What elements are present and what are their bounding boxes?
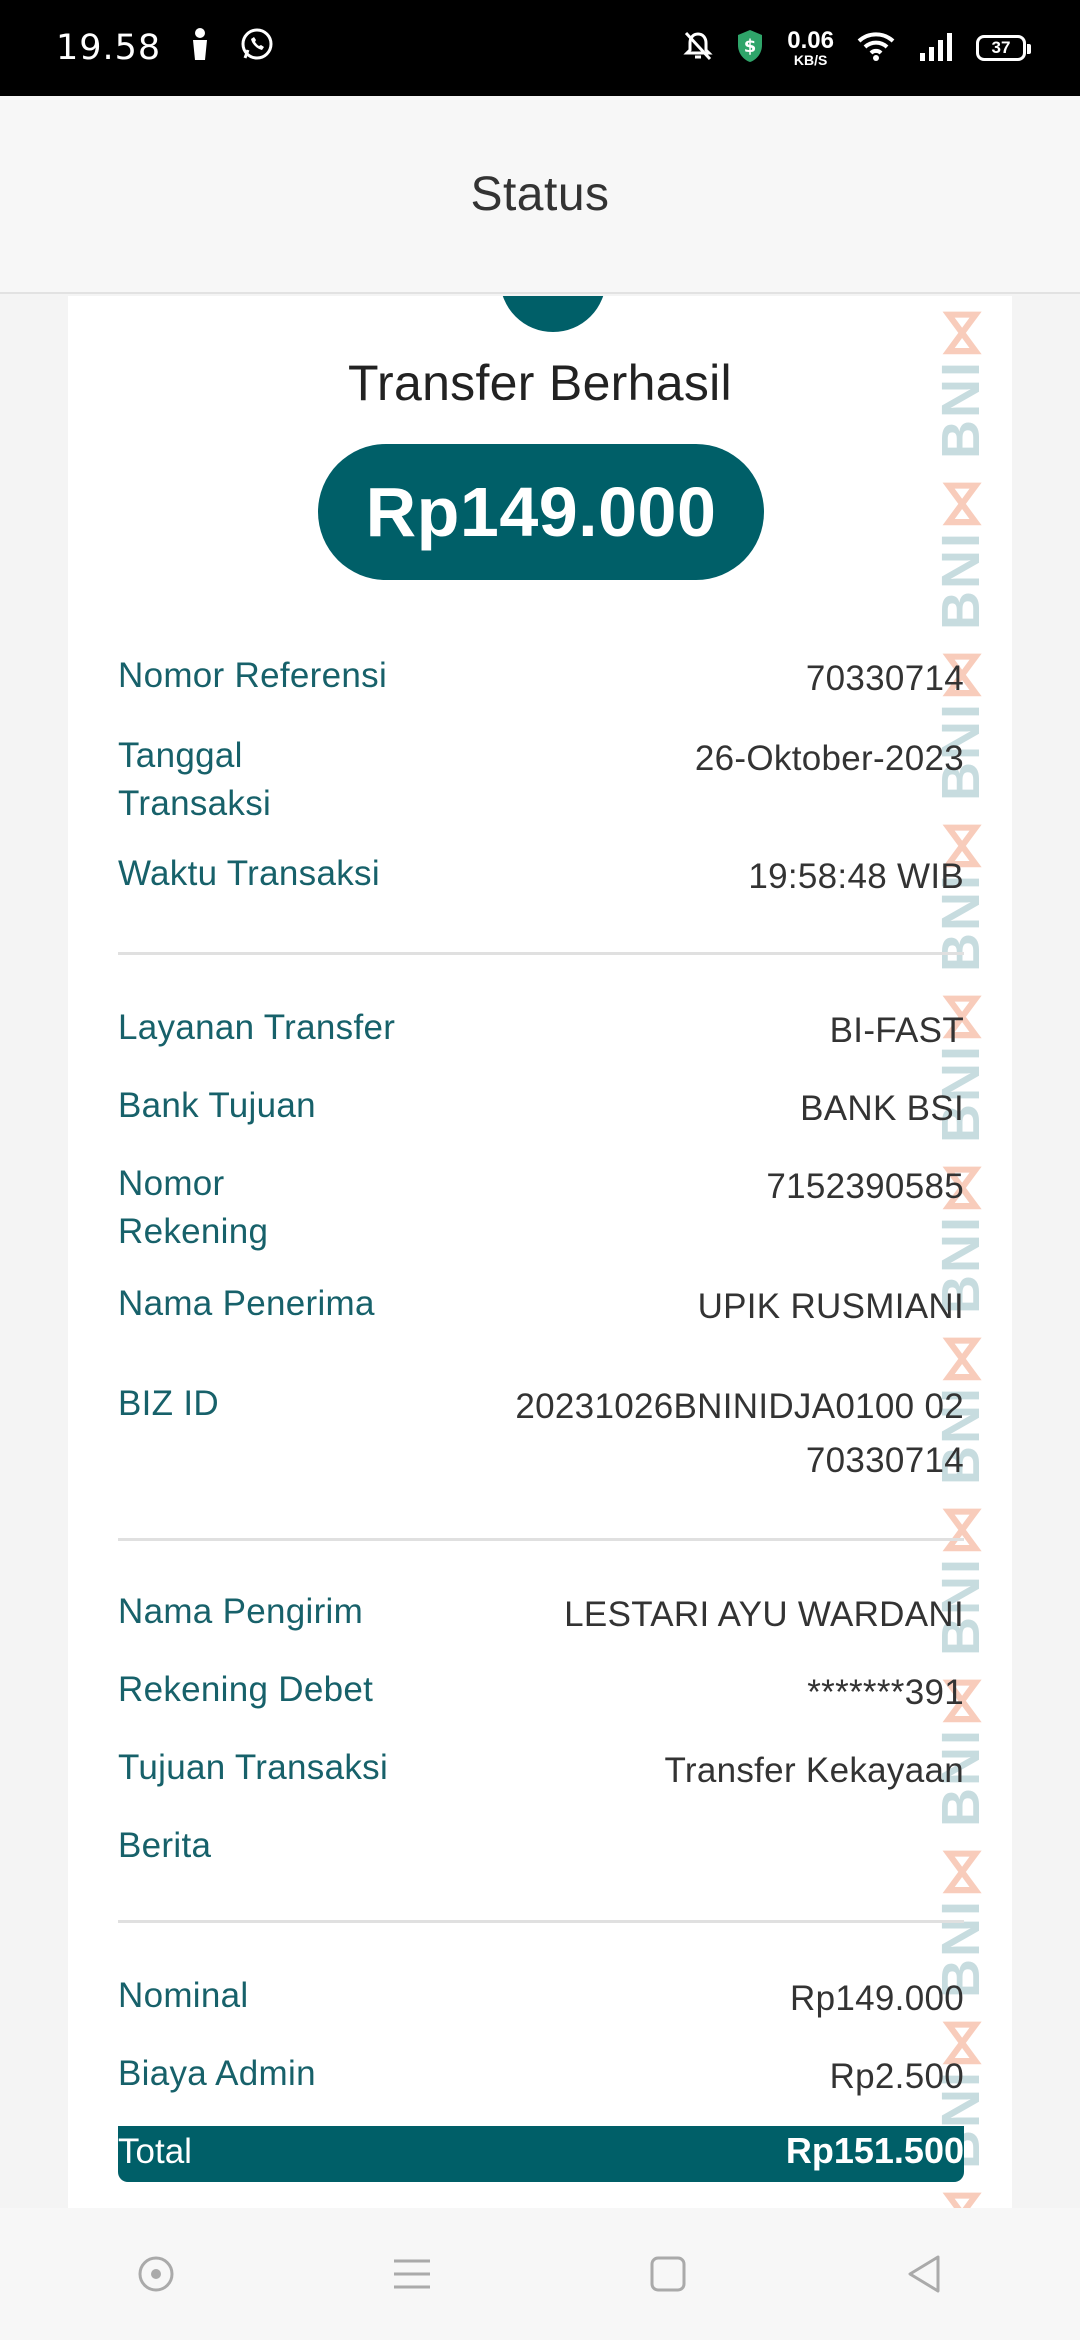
screen: 19.58 $ 0.06 KB/S 37 Status BNI⋈ BNI⋈ BN… [0,0,1080,2340]
detail-value: BANK BSI [800,1089,964,1128]
svg-text:$: $ [744,36,757,57]
detail-label: Tujuan Transaksi [118,1748,389,1787]
receipt-card: BNI⋈ BNI⋈ BNI⋈ BNI⋈ BNI⋈ BNI⋈ BNI⋈ BNI⋈ … [68,296,1012,2208]
network-speed: 0.06 KB/S [787,27,834,68]
detail-value: 20231026BNINIDJA0100 0270330714 [515,1387,964,1480]
amount-value: Rp149.000 [365,473,717,551]
detail-label: Nama Penerima [118,1284,375,1323]
app-header: Status [0,96,1080,294]
detail-label: BIZ ID [118,1384,219,1423]
detail-value: Rp2.500 [829,2057,964,2096]
detail-value: 7152390585 [766,1167,964,1206]
detail-value: Rp149.000 [790,1979,964,2018]
assistant-dot-icon[interactable] [116,2234,196,2314]
person-icon [189,27,211,70]
total-label: Total [118,2132,192,2171]
detail-label: Nama Pengirim [118,1592,364,1631]
detail-value: *******391 [807,1673,964,1712]
detail-label: Nominal [118,1976,249,2015]
divider [118,1920,964,1923]
detail-label: Waktu Transaksi [118,854,380,893]
whatsapp-icon [239,26,275,71]
home-square-icon[interactable] [628,2234,708,2314]
detail-value: BI-FAST [829,1011,964,1050]
detail-value: 26-Oktober-2023 [694,739,964,778]
detail-label: Biaya Admin [118,2054,316,2093]
detail-value: Transfer Kekayaan [664,1751,964,1790]
receipt-title: Transfer Berhasil [348,355,732,411]
status-bar: 19.58 $ 0.06 KB/S 37 [0,0,1080,96]
wifi-icon [856,31,896,66]
detail-value: LESTARI AYU WARDANI [564,1595,964,1634]
page-title: Status [470,167,610,221]
divider [118,1538,964,1541]
detail-label: Rekening Debet [118,1670,374,1709]
battery-icon: 37 [976,35,1031,61]
clock: 19.58 [56,28,162,68]
signal-icon [918,31,954,66]
mute-bell-icon [683,30,713,67]
system-nav-bar [0,2208,1080,2340]
success-check-icon [500,296,606,332]
amount-badge: Rp149.000 [318,444,764,580]
detail-label: Nomor Referensi [118,656,388,695]
total-value: Rp151.500 [785,2130,964,2171]
detail-label: Bank Tujuan [118,1086,316,1125]
detail-value: 70330714 [805,659,964,698]
detail-label: Tanggal Transaksi [118,736,272,823]
detail-value: 19:58:48 WIB [748,857,964,896]
menu-lines-icon[interactable] [372,2234,452,2314]
detail-label: Berita [118,1826,212,1865]
total-bar: Total Rp151.500 [118,2126,964,2182]
detail-label: Layanan Transfer [118,1008,396,1047]
divider [118,952,964,955]
back-triangle-icon[interactable] [884,2234,964,2314]
detail-label: Nomor Rekening [118,1164,269,1251]
shield-dollar-icon: $ [735,28,765,69]
detail-value: UPIK RUSMIANI [697,1287,964,1326]
